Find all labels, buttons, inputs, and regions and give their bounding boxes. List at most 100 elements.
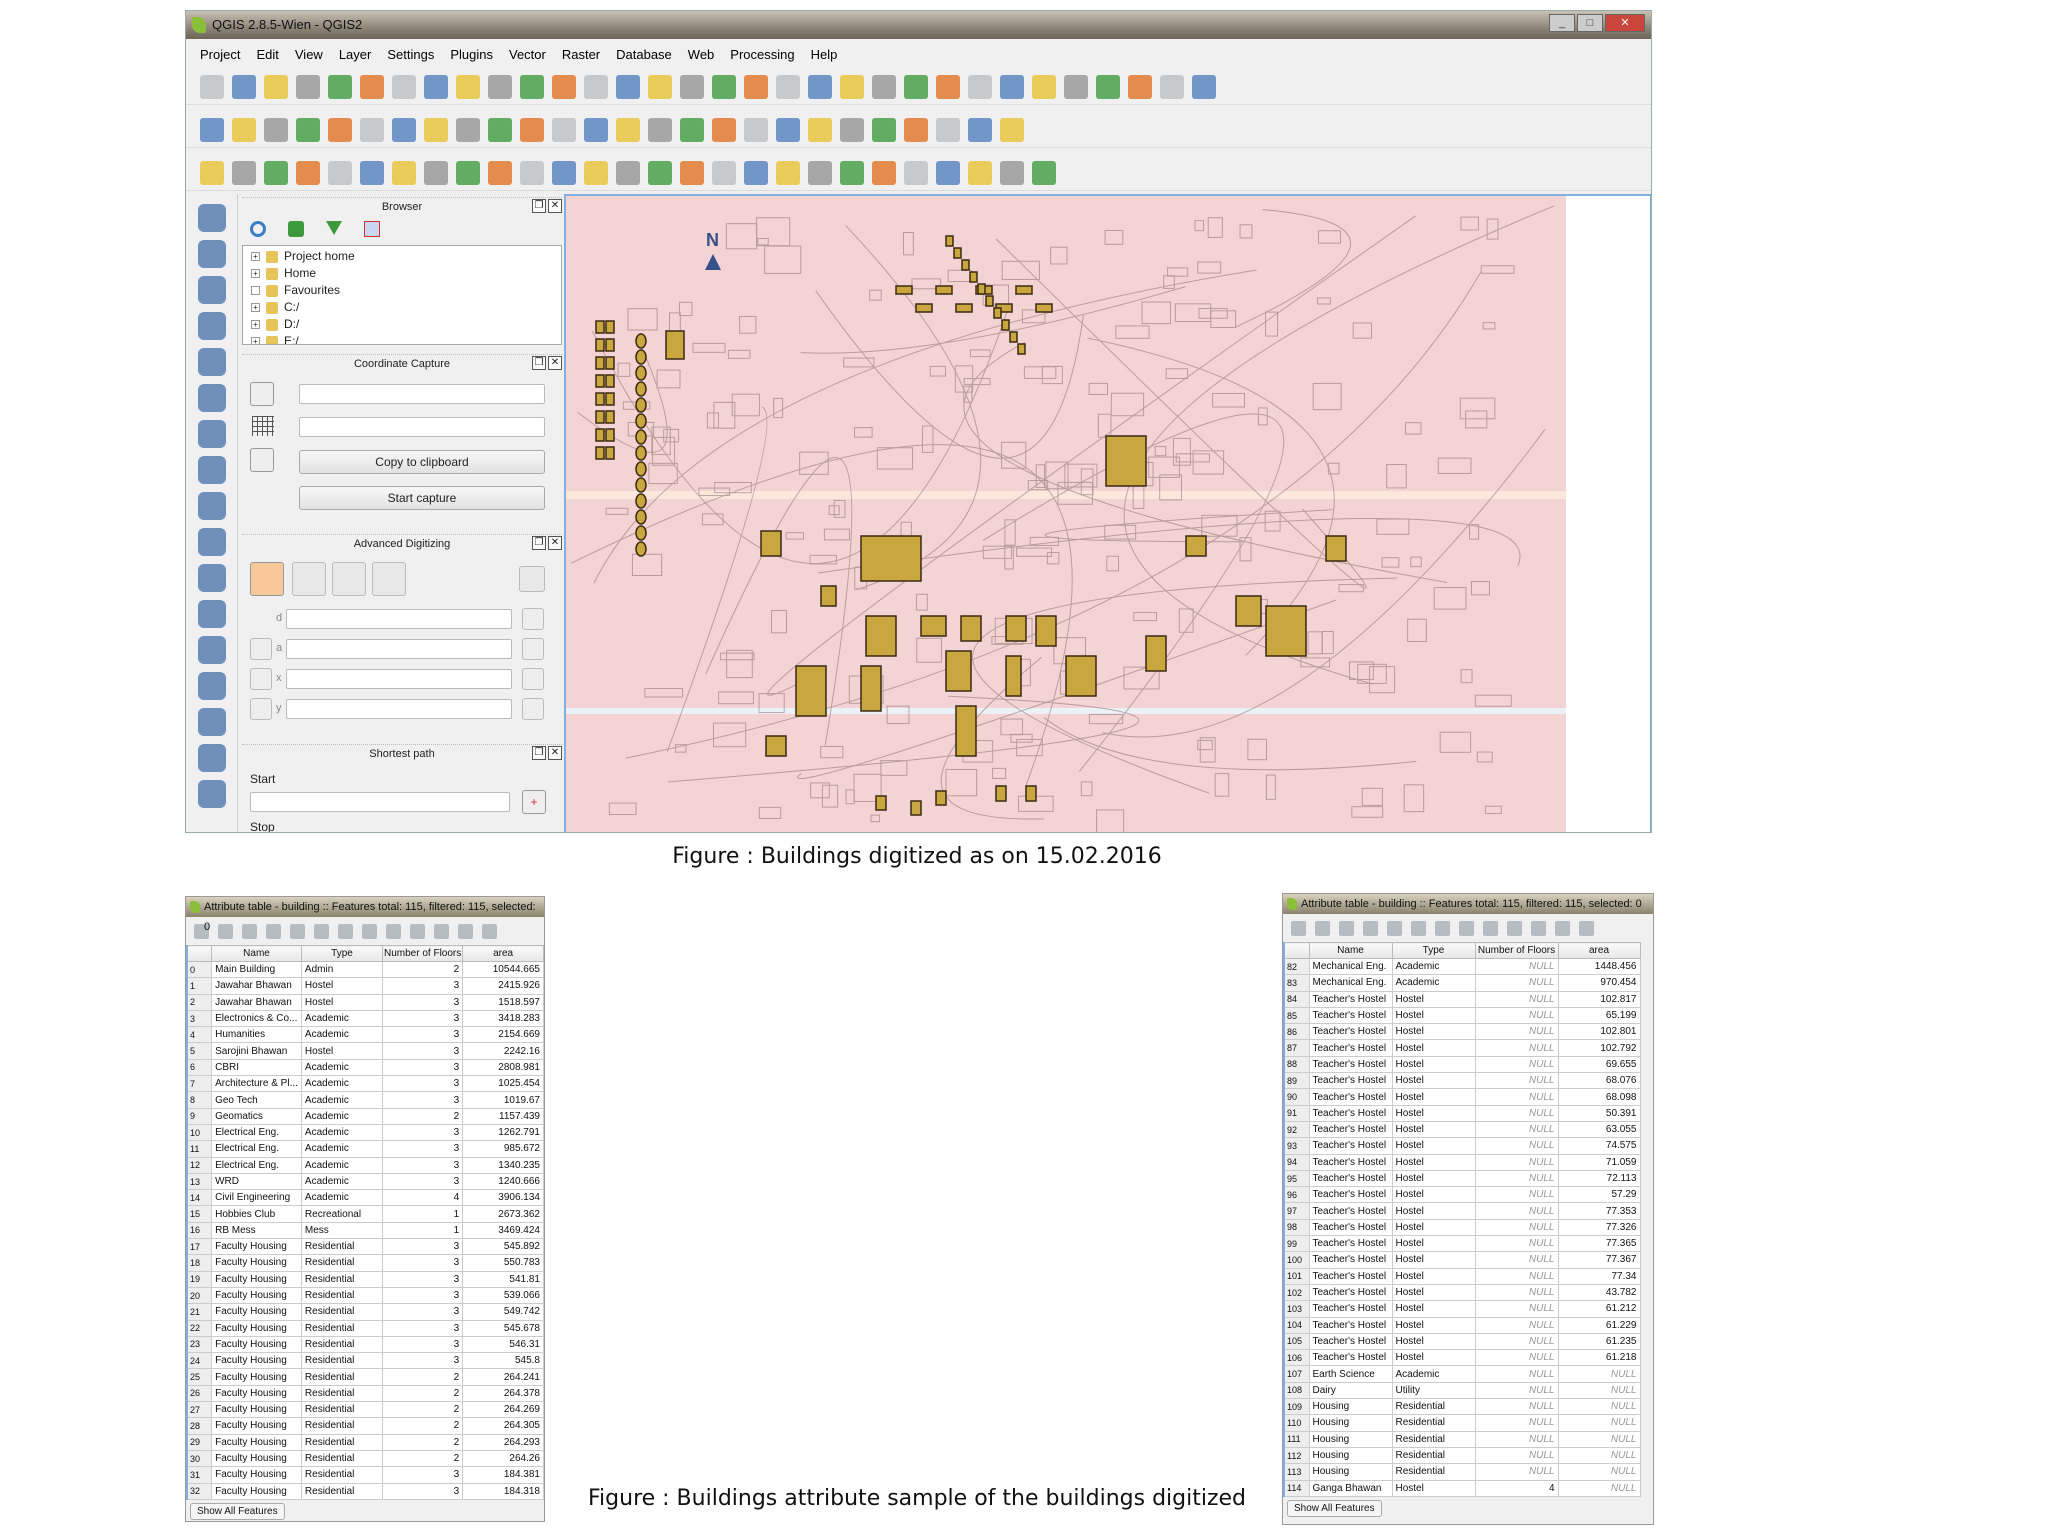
minimize-button[interactable]: _: [1549, 14, 1575, 32]
save-as-icon[interactable]: [296, 74, 320, 99]
browser-item[interactable]: + Home: [251, 265, 561, 282]
zoom-in-icon[interactable]: [488, 74, 512, 99]
table-row[interactable]: 100 Teacher's Hostel Hostel NULL 77.367: [1283, 1251, 1641, 1269]
offset-curve-icon[interactable]: [520, 160, 544, 185]
shortest-path-icon[interactable]: [197, 708, 226, 736]
table-row[interactable]: 104 Teacher's Hostel Hostel NULL 61.229: [1283, 1316, 1641, 1334]
table-row[interactable]: 32 Faculty Housing Residential 3 184.318: [186, 1482, 544, 1500]
table-row[interactable]: 24 Faculty Housing Residential 3 545.8: [186, 1352, 544, 1370]
float-icon[interactable]: ❐: [532, 746, 546, 760]
zoom-full-icon[interactable]: [584, 74, 608, 99]
table-row[interactable]: 85 Teacher's Hostel Hostel NULL 65.199: [1283, 1006, 1641, 1025]
table-row[interactable]: 112 Housing Residential NULL NULL: [1283, 1446, 1641, 1465]
table-row[interactable]: 92 Teacher's Hostel Hostel NULL 63.055: [1283, 1120, 1641, 1139]
deselect-icon[interactable]: [1387, 920, 1402, 936]
collapse-icon[interactable]: [364, 221, 380, 237]
table-row[interactable]: 107 Earth Science Academic NULL NULL: [1283, 1365, 1641, 1383]
add-spatialite-layer-icon[interactable]: [197, 312, 226, 340]
browser-item[interactable]: + Project home: [251, 248, 561, 265]
browser-item[interactable]: + C:/: [251, 299, 561, 316]
merge-selected-icon[interactable]: [616, 160, 640, 185]
relative-toggle-icon[interactable]: [250, 698, 272, 720]
table-row[interactable]: 101 Teacher's Hostel Hostel NULL 77.34: [1283, 1267, 1641, 1285]
delete-icon[interactable]: [242, 923, 257, 939]
table-row[interactable]: 31 Faculty Housing Residential 3 184.381: [186, 1466, 544, 1484]
expression-select-icon[interactable]: [904, 74, 928, 99]
action-icon[interactable]: [808, 74, 832, 99]
merge-attributes-icon[interactable]: [648, 160, 672, 185]
table-row[interactable]: 110 Housing Residential NULL NULL: [1283, 1414, 1641, 1432]
toggle-editing-icon[interactable]: [232, 117, 256, 142]
table-row[interactable]: 8 Geo Tech Academic 3 1019.67: [186, 1091, 544, 1109]
add-raster-layer-icon[interactable]: [197, 240, 226, 268]
start-point-field[interactable]: [250, 792, 510, 812]
simplify-icon[interactable]: [296, 160, 320, 185]
pan-icon[interactable]: [424, 74, 448, 99]
change-label-icon[interactable]: [680, 117, 704, 142]
table-row[interactable]: 26 Faculty Housing Residential 2 264.378: [186, 1384, 544, 1403]
capture-point-icon[interactable]: [197, 672, 226, 700]
save-icon[interactable]: [1315, 920, 1330, 936]
offset-icon[interactable]: [197, 744, 226, 772]
table-row[interactable]: 97 Teacher's Hostel Hostel NULL 77.353: [1283, 1202, 1641, 1220]
expand-icon[interactable]: +: [251, 269, 260, 278]
table-row[interactable]: 27 Faculty Housing Residential 2 264.269: [186, 1401, 544, 1419]
help-icon[interactable]: [1160, 74, 1184, 99]
expand-icon[interactable]: +: [251, 320, 260, 329]
table-row[interactable]: 28 Faculty Housing Residential 2 264.305: [186, 1417, 544, 1435]
table-row[interactable]: 83 Mechanical Eng. Academic NULL 970.454: [1283, 974, 1641, 992]
table-row[interactable]: 9 Geomatics Academic 2 1157.439: [186, 1107, 544, 1125]
table-row[interactable]: 108 Dairy Utility NULL NULL: [1283, 1381, 1641, 1400]
coordinate-field-2[interactable]: [299, 417, 545, 437]
bookmark-icon[interactable]: [1064, 74, 1088, 99]
expand-icon[interactable]: +: [251, 252, 260, 261]
refresh-icon[interactable]: [744, 74, 768, 99]
column-header-name[interactable]: Name: [1308, 942, 1393, 959]
refresh-icon[interactable]: [250, 221, 266, 237]
table-row[interactable]: 99 Teacher's Hostel Hostel NULL 77.365: [1283, 1235, 1641, 1253]
perpendicular-icon[interactable]: [332, 562, 366, 596]
copy-icon[interactable]: [410, 923, 425, 939]
split-features-icon[interactable]: [552, 160, 576, 185]
raster-calc-icon[interactable]: [808, 160, 832, 185]
add-ring-icon[interactable]: [328, 160, 352, 185]
float-icon[interactable]: ❐: [532, 199, 546, 213]
table-row[interactable]: 106 Teacher's Hostel Hostel NULL 61.218: [1283, 1349, 1641, 1367]
show-hide-label-icon[interactable]: [584, 117, 608, 142]
lock-icon[interactable]: [522, 638, 544, 660]
table-row[interactable]: 111 Housing Residential NULL NULL: [1283, 1430, 1641, 1448]
show-all-features-button[interactable]: Show All Features: [1287, 1499, 1382, 1517]
column-header-type[interactable]: Type: [1391, 942, 1476, 959]
terrain-icon[interactable]: [872, 160, 896, 185]
delete-column-icon[interactable]: [1531, 920, 1546, 936]
add-icon[interactable]: [288, 221, 304, 237]
plugins-icon[interactable]: [1032, 160, 1056, 185]
enable-advanced-digitizing-icon[interactable]: [250, 562, 284, 596]
georef-icon[interactable]: [197, 780, 226, 808]
statistics-icon[interactable]: [968, 160, 992, 185]
menu-settings[interactable]: Settings: [379, 44, 442, 66]
move-selection-top-icon[interactable]: [314, 923, 329, 939]
deselect-icon[interactable]: [872, 74, 896, 99]
table-row[interactable]: 18 Faculty Housing Residential 3 550.783: [186, 1254, 544, 1272]
filter-icon[interactable]: [326, 221, 342, 235]
table-row[interactable]: 30 Faculty Housing Residential 2 264.26: [186, 1449, 544, 1468]
abc-icon[interactable]: [712, 117, 736, 142]
browser-item[interactable]: + D:/: [251, 316, 561, 333]
browser-item[interactable]: Favourites: [251, 282, 561, 299]
zoom-to-selection-icon[interactable]: [1483, 920, 1498, 936]
lock-icon[interactable]: [522, 608, 544, 630]
close-icon[interactable]: ✕: [548, 746, 562, 760]
add-wms-layer-icon[interactable]: [197, 456, 226, 484]
show-all-features-button[interactable]: Show All Features: [190, 1502, 285, 1520]
table-row[interactable]: 88 Teacher's Hostel Hostel NULL 69.655: [1283, 1055, 1641, 1074]
open-project-icon[interactable]: [232, 74, 256, 99]
float-icon[interactable]: ❐: [532, 536, 546, 550]
map-canvas[interactable]: N: [564, 194, 1651, 832]
table-row[interactable]: 5 Sarojini Bhawan Hostel 3 2242.16: [186, 1042, 544, 1060]
column-header-area[interactable]: area: [1557, 942, 1641, 959]
new-project-icon[interactable]: [200, 74, 224, 99]
zoom-next-icon[interactable]: [712, 74, 736, 99]
gps-icon[interactable]: [840, 117, 864, 142]
zoom-out-icon[interactable]: [520, 74, 544, 99]
